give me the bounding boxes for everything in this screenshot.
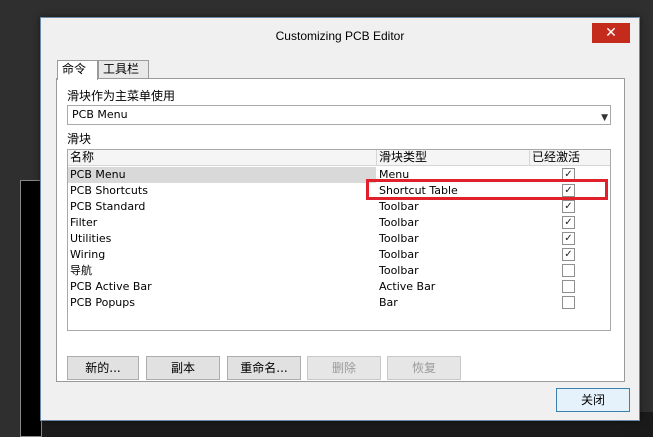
table-row[interactable]: Utilities Toolbar ✓ [68, 231, 610, 247]
active-checkbox[interactable]: ✓ [562, 248, 575, 261]
active-checkbox[interactable] [562, 296, 575, 309]
row-active-cell: ✓ [530, 231, 612, 247]
column-header-active[interactable]: 已经激活 [530, 150, 612, 166]
row-name: Wiring [70, 248, 106, 261]
table-row[interactable]: 导航 Toolbar [68, 263, 610, 279]
annotation-highlight-box [366, 179, 608, 200]
row-active-cell: ✓ [530, 215, 612, 231]
tab-panel: 滑块作为主菜单使用 PCB Menu ▼ 滑块 名称 滑块类型 已经激活 PCB… [56, 78, 625, 382]
rename-button[interactable]: 重命名... [227, 356, 301, 380]
row-active-cell [530, 279, 612, 295]
row-name: PCB Shortcuts [70, 184, 148, 197]
window-title: Customizing PCB Editor [275, 29, 405, 43]
column-header-name[interactable]: 名称 [68, 150, 377, 166]
main-menu-select-value: PCB Menu [72, 108, 128, 121]
chevron-down-icon[interactable]: ▼ [601, 109, 608, 127]
row-active-cell [530, 263, 612, 279]
customizing-dialog: Customizing PCB Editor ✕ 命令 工具栏 滑块作为主菜单使… [40, 17, 640, 421]
row-type: Toolbar [379, 200, 419, 213]
title-bar: Customizing PCB Editor ✕ [41, 18, 639, 48]
close-window-icon[interactable]: ✕ [592, 23, 630, 43]
row-type: Toolbar [379, 248, 419, 261]
background-panel [20, 180, 42, 437]
row-name: PCB Standard [70, 200, 146, 213]
table-header: 名称 滑块类型 已经激活 [68, 150, 610, 166]
restore-button[interactable]: 恢复 [387, 356, 461, 380]
main-menu-label: 滑块作为主菜单使用 [67, 89, 176, 103]
active-checkbox[interactable] [562, 264, 575, 277]
row-name: PCB Active Bar [70, 280, 152, 293]
close-button[interactable]: 关闭 [556, 388, 630, 412]
tab-commands[interactable]: 命令 [57, 60, 98, 80]
table-row[interactable]: PCB Standard Toolbar ✓ [68, 199, 610, 215]
sliders-table: 名称 滑块类型 已经激活 PCB Menu Menu ✓ PCB Shortcuts S… [67, 149, 611, 331]
table-row[interactable]: Wiring Toolbar ✓ [68, 247, 610, 263]
active-checkbox[interactable]: ✓ [562, 232, 575, 245]
table-row[interactable]: Filter Toolbar ✓ [68, 215, 610, 231]
row-name: PCB Popups [70, 296, 135, 309]
row-type: Toolbar [379, 216, 419, 229]
row-active-cell: ✓ [530, 247, 612, 263]
table-row[interactable]: PCB Popups Bar [68, 295, 610, 311]
row-type: Toolbar [379, 232, 419, 245]
row-active-cell [530, 295, 612, 311]
active-checkbox[interactable]: ✓ [562, 200, 575, 213]
row-type: Bar [379, 296, 398, 309]
column-header-type[interactable]: 滑块类型 [377, 150, 530, 166]
table-row[interactable]: PCB Active Bar Active Bar [68, 279, 610, 295]
row-type: Active Bar [379, 280, 436, 293]
active-checkbox[interactable] [562, 280, 575, 293]
copy-button[interactable]: 副本 [146, 356, 220, 380]
row-name: PCB Menu [68, 167, 376, 183]
new-button[interactable]: 新的... [67, 356, 139, 380]
delete-button[interactable]: 删除 [307, 356, 381, 380]
row-name: 导航 [70, 264, 92, 277]
active-checkbox[interactable]: ✓ [562, 216, 575, 229]
row-active-cell: ✓ [530, 199, 612, 215]
sliders-label: 滑块 [67, 132, 92, 146]
main-menu-select[interactable]: PCB Menu ▼ [67, 105, 611, 125]
tab-toolbars[interactable]: 工具栏 [98, 60, 149, 79]
row-type: Toolbar [379, 264, 419, 277]
row-name: Utilities [70, 232, 112, 245]
row-name: Filter [70, 216, 98, 229]
